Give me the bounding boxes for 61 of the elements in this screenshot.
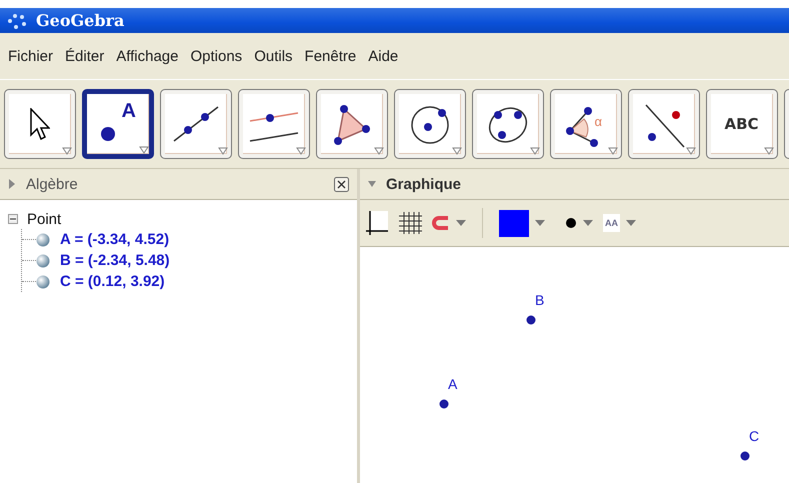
point-style-icon[interactable] (565, 217, 577, 229)
color-swatch[interactable] (499, 210, 529, 236)
dropdown-triangle-icon (62, 147, 72, 155)
tool-button[interactable] (316, 89, 388, 159)
caret-icon[interactable] (626, 220, 636, 226)
sphere-icon[interactable] (36, 274, 50, 288)
tool-button[interactable] (472, 89, 544, 159)
collapse-box-icon[interactable] (8, 214, 18, 224)
dropdown-triangle-icon (686, 147, 696, 155)
algebra-entry[interactable]: C = (0.12, 3.92) (60, 273, 165, 290)
dropdown-triangle-icon (139, 146, 149, 154)
menu-item[interactable]: Éditer (59, 48, 110, 64)
tool-label: ABC (724, 114, 759, 132)
tool-button[interactable]: A (82, 89, 154, 159)
close-icon[interactable] (334, 176, 349, 192)
panel-title: Algèbre (26, 176, 79, 192)
menu-item[interactable]: Fenêtre (298, 48, 362, 64)
dropdown-triangle-icon (374, 147, 384, 155)
tool-button[interactable] (4, 89, 76, 159)
tool-button[interactable] (394, 89, 466, 159)
point-label: A (448, 376, 458, 392)
point-label: B (535, 292, 544, 308)
tool-button[interactable] (238, 89, 310, 159)
expand-triangle-icon[interactable] (368, 179, 376, 189)
menu-item[interactable]: Outils (248, 48, 299, 64)
expand-triangle-icon[interactable] (8, 179, 16, 189)
magnet-icon[interactable] (432, 216, 450, 230)
point-marker[interactable] (439, 398, 450, 409)
tool-button[interactable] (160, 89, 232, 159)
angle-label: α (594, 114, 602, 129)
dropdown-triangle-icon (296, 147, 306, 155)
caret-icon[interactable] (535, 220, 545, 226)
point-label: C (749, 428, 760, 444)
text-style-button[interactable]: AA (603, 214, 620, 232)
axes-icon[interactable] (366, 211, 388, 235)
window-title: GeoGebra (36, 11, 124, 30)
sphere-icon[interactable] (36, 254, 50, 268)
tool-button[interactable]: ABC (706, 89, 778, 159)
panel-title: Graphique (386, 176, 462, 192)
algebra-entry[interactable]: A = (-3.34, 4.52) (60, 231, 170, 248)
sphere-icon[interactable] (36, 232, 50, 246)
dropdown-triangle-icon (530, 147, 540, 155)
app-logo-icon (6, 12, 28, 30)
dropdown-triangle-icon (764, 147, 774, 155)
caret-icon[interactable] (583, 220, 593, 226)
menu-item[interactable]: Affichage (110, 48, 184, 64)
algebra-entry[interactable]: B = (-2.34, 5.48) (60, 252, 170, 269)
pointer-icon (30, 108, 50, 140)
menu-item[interactable]: Fichier (2, 48, 60, 64)
dropdown-triangle-icon (218, 147, 228, 155)
menu-item[interactable]: Options (184, 48, 248, 64)
dropdown-triangle-icon (608, 147, 618, 155)
tree-group-label[interactable]: Point (27, 210, 62, 228)
menu-item[interactable]: Aide (362, 48, 404, 64)
grid-icon[interactable] (398, 211, 422, 235)
dropdown-triangle-icon (452, 147, 462, 155)
tool-button[interactable] (628, 89, 700, 159)
point-marker[interactable] (526, 315, 536, 326)
tool-label: A (122, 100, 136, 123)
caret-icon[interactable] (456, 220, 466, 226)
point-marker[interactable] (740, 450, 750, 461)
